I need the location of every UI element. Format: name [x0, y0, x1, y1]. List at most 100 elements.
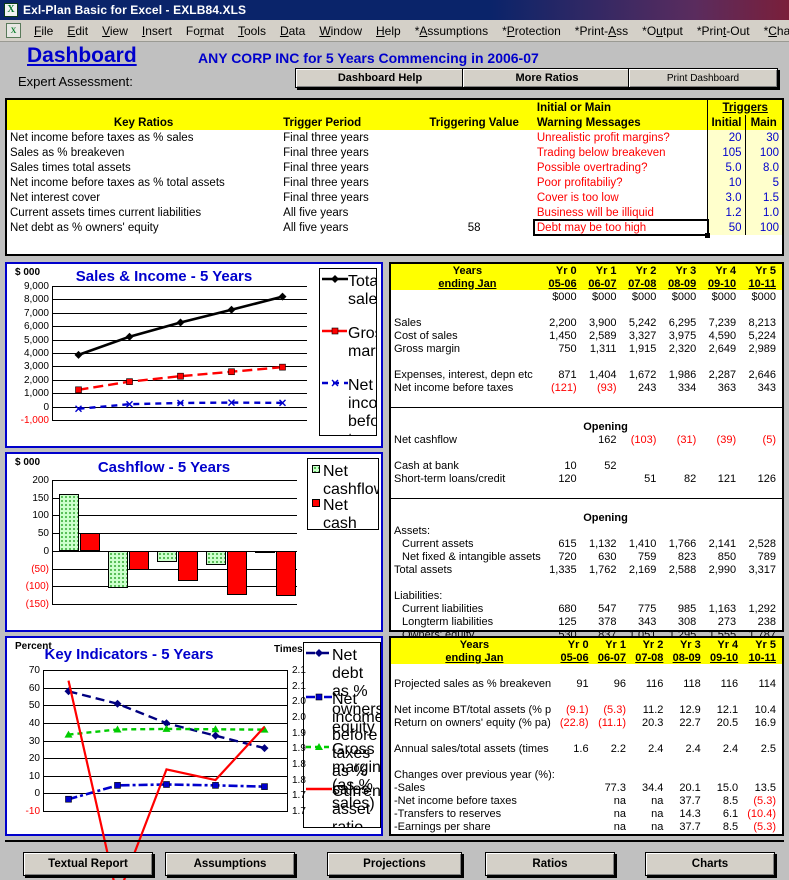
- excel-logo-icon: X: [4, 3, 18, 17]
- kr-ratio-value[interactable]: [414, 160, 534, 175]
- y-axis-tick: 1,000: [23, 388, 49, 400]
- ratio-label: Net income BT/total assets (% p: [394, 703, 552, 716]
- income-value: 1,915: [628, 342, 657, 355]
- window-title-text: Exl-Plan Basic for Excel - EXLB84.XLS: [23, 3, 247, 17]
- kr-ratio-period: All five years: [283, 206, 349, 219]
- y-axis-tick: 40: [28, 717, 40, 729]
- liability-value: 378: [598, 615, 617, 628]
- key-indicators-chart[interactable]: Percent Times Key Indicators - 5 Years N…: [5, 636, 383, 880]
- kr-warning-message[interactable]: Business will be illiquid: [534, 205, 708, 220]
- bottom-button-assumptions[interactable]: Assumptions: [165, 852, 295, 876]
- bottom-button-textual-report[interactable]: Textual Report: [23, 852, 153, 876]
- kr-ratio-period: Final three years: [283, 176, 369, 189]
- menu-item-insert[interactable]: Insert: [135, 22, 179, 40]
- cashflow-chart[interactable]: $ 000 Cashflow - 5 Years Net cashflowNet…: [5, 452, 383, 632]
- income-value: 6,295: [668, 316, 697, 329]
- rat-col-year: Yr 2: [642, 638, 664, 651]
- asset-value: 1,410: [628, 537, 657, 550]
- menu-item-edit[interactable]: Edit: [60, 22, 95, 40]
- y-axis-tick: 4,000: [23, 348, 49, 359]
- dashboard-help-button[interactable]: Dashboard Help: [295, 68, 465, 88]
- print-dashboard-button[interactable]: Print Dashboard: [628, 68, 778, 88]
- expense-label: Expenses, interest, depn etc: [394, 368, 533, 381]
- units-cell: $000: [711, 290, 737, 303]
- ratio-label: Return on owners' equity (% pa): [394, 716, 551, 729]
- menu-item-view[interactable]: View: [95, 22, 135, 40]
- kr-ratio-name: Sales as % breakeven: [10, 146, 125, 159]
- expense-label: Net income before taxes: [394, 381, 514, 394]
- ratio-value: 91: [576, 677, 589, 690]
- kr-warning-message[interactable]: Poor profitabiliy?: [534, 175, 708, 190]
- expense-value: 1,404: [589, 368, 617, 381]
- menu-item-output[interactable]: *Output: [635, 22, 690, 40]
- expense-value: 1,986: [668, 368, 697, 381]
- kr-warning-message[interactable]: Trading below breakeven: [534, 145, 708, 160]
- kr-warning-message[interactable]: Unrealistic profit margins?: [534, 130, 708, 145]
- sales-income-chart[interactable]: $ 000 Sales & Income - 5 Years Total sal…: [5, 262, 383, 448]
- bank-label: Cash at bank: [394, 459, 459, 472]
- change-value: 34.4: [641, 781, 664, 794]
- menu-item-assumptions[interactable]: *Assumptions: [408, 22, 495, 40]
- asset-label: Total assets: [394, 563, 453, 576]
- menu-item-data[interactable]: Data: [273, 22, 312, 40]
- bottom-button-ratios[interactable]: Ratios: [485, 852, 615, 876]
- liability-label: Current liabilities: [402, 602, 484, 615]
- menu-item-print-out[interactable]: *Print-Out: [690, 22, 757, 40]
- legend-label: Net income before taxes: [348, 377, 377, 435]
- fin-col-year: Yr 5: [755, 264, 776, 277]
- fin-col-period: 05-06: [548, 277, 577, 290]
- key-ratios-row: Net income before taxes as % total asset…: [7, 175, 782, 190]
- kr-ratio-value[interactable]: [414, 205, 534, 220]
- menu-item-protection[interactable]: *Protection: [495, 22, 568, 40]
- key-ratios-row: Current assets times current liabilities…: [7, 205, 782, 220]
- kr-ratio-value[interactable]: 58: [414, 220, 534, 235]
- y-axis-tick: (50): [31, 563, 49, 575]
- change-value: na: [613, 794, 626, 807]
- liability-value: 547: [598, 602, 617, 615]
- kr-warning-message[interactable]: Possible overtrading?: [534, 160, 708, 175]
- menu-item-tools[interactable]: Tools: [231, 22, 273, 40]
- menu-item-file[interactable]: File: [27, 22, 60, 40]
- bottom-button-projections[interactable]: Projections: [327, 852, 462, 876]
- bar: [206, 551, 226, 566]
- key-indicators-plot-area: [43, 670, 288, 880]
- fin-col-year: Yr 1: [595, 264, 617, 277]
- cashflow-label: Net cashflow: [394, 433, 457, 446]
- income-value: 1,311: [589, 342, 617, 355]
- expense-row: Net income before taxes (121) (93) 243 334 36…: [391, 381, 782, 394]
- worksheet-area: Dashboard ANY CORP INC for 5 Years Comme…: [0, 42, 789, 880]
- menu-item-window[interactable]: Window: [312, 22, 369, 40]
- menu-item-charts[interactable]: *Charts: [757, 22, 789, 40]
- kr-ratio-value[interactable]: [414, 190, 534, 205]
- kr-ratio-value[interactable]: [414, 175, 534, 190]
- kr-warning-message[interactable]: Cover is too low: [534, 190, 708, 205]
- menu-item-help[interactable]: Help: [369, 22, 408, 40]
- more-ratios-button[interactable]: More Ratios: [462, 68, 632, 88]
- ratio-row: Return on owners' equity (% pa) (22.8) (11…: [391, 716, 782, 729]
- liability-value: 1,163: [708, 602, 737, 615]
- kr-ratio-value[interactable]: [414, 130, 534, 145]
- y-axis-tick: 9,000: [23, 281, 49, 292]
- kr-warning-message[interactable]: Debt may be too high: [532, 219, 711, 238]
- asset-value: 2,528: [748, 537, 776, 550]
- ratio-value: 10.4: [754, 703, 776, 716]
- sales-income-plot-area: [52, 286, 307, 421]
- menu-item-print-ass[interactable]: *Print-Ass: [568, 22, 635, 40]
- divider-row: [391, 406, 782, 420]
- expense-value: 2,287: [708, 368, 737, 381]
- ratio-value: 16.9: [754, 716, 776, 729]
- menu-item-format[interactable]: Format: [179, 22, 231, 40]
- income-row: Gross margin 750 1,311 1,915 2,320 2,649 2,989: [391, 342, 782, 355]
- y-axis-tick: -1,000: [20, 415, 49, 426]
- expense-value: 243: [638, 381, 657, 394]
- asset-value: 823: [677, 550, 697, 563]
- sales-income-legend: Total sales Gross margin Net income before…: [319, 268, 377, 436]
- asset-value: 850: [717, 550, 737, 563]
- ratio-value: 22.7: [679, 716, 701, 729]
- income-row: Cost of sales 1,450 2,589 3,327 3,975 4,590 5,…: [391, 329, 782, 342]
- bank-value: [623, 459, 663, 472]
- bar: [227, 551, 247, 595]
- kr-ratio-value[interactable]: [414, 145, 534, 160]
- bottom-button-charts[interactable]: Charts: [645, 852, 775, 876]
- spacer-row: [391, 303, 782, 316]
